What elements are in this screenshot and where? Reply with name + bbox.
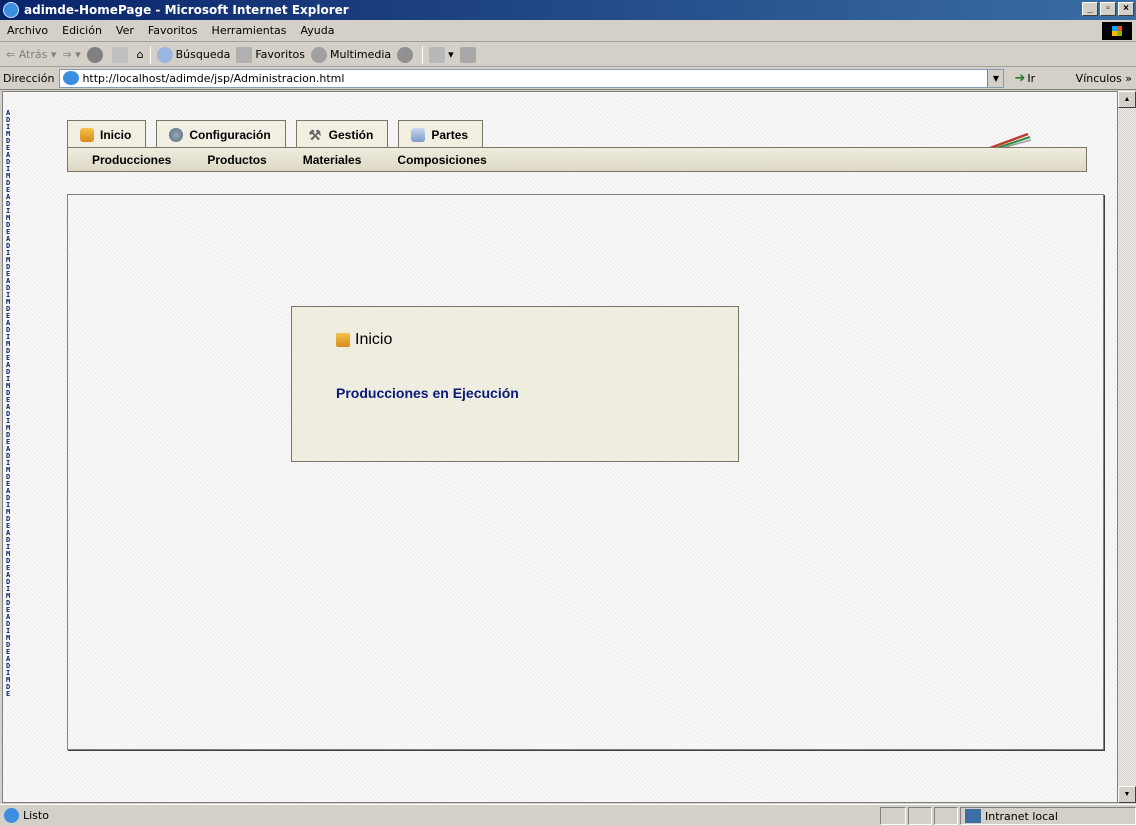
status-panes: Intranet local xyxy=(878,807,1136,825)
print-icon xyxy=(459,46,476,63)
close-button[interactable]: × xyxy=(1118,2,1134,16)
status-text: Listo xyxy=(23,809,49,822)
back-label: Atrás xyxy=(18,48,48,61)
address-bar: Dirección http://localhost/adimde/jsp/Ad… xyxy=(0,67,1136,90)
home-icon xyxy=(80,127,94,142)
menu-bar: Archivo Edición Ver Favoritos Herramient… xyxy=(0,20,1136,42)
status-pane xyxy=(880,807,906,825)
stop-icon xyxy=(86,46,103,63)
mail-button[interactable]: ▾ xyxy=(429,46,454,63)
go-arrow-icon: ➜ xyxy=(1014,70,1026,86)
subnav-bar: Producciones Productos Materiales Compos… xyxy=(67,147,1087,172)
subnav-materiales[interactable]: Materiales xyxy=(303,153,362,167)
document-icon xyxy=(411,127,426,142)
address-input[interactable]: http://localhost/adimde/jsp/Administraci… xyxy=(59,68,1005,88)
tab-label: Partes xyxy=(431,127,469,142)
search-button[interactable]: Búsqueda xyxy=(156,46,231,63)
ie-icon xyxy=(3,2,19,18)
zone-label: Intranet local xyxy=(985,809,1058,823)
vertical-scrollbar[interactable]: ▲ ▼ xyxy=(1118,91,1136,803)
stop-button[interactable] xyxy=(86,46,106,63)
address-dropdown[interactable]: ▼ xyxy=(987,69,1004,87)
window-titlebar: adimde-HomePage - Microsoft Internet Exp… xyxy=(0,0,1136,20)
gear-icon xyxy=(169,127,184,142)
address-label: Dirección xyxy=(3,71,55,85)
window-title: adimde-HomePage - Microsoft Internet Exp… xyxy=(24,3,349,17)
tab-configuracion[interactable]: Configuración xyxy=(156,120,286,148)
status-bar: Listo Intranet local xyxy=(0,804,1136,826)
go-label: Ir xyxy=(1027,71,1036,85)
go-button[interactable]: ➜ Ir xyxy=(1014,71,1035,86)
home-button[interactable]: ⌂ xyxy=(137,48,144,61)
scroll-down-button[interactable]: ▼ xyxy=(1118,786,1136,803)
status-pane xyxy=(908,807,932,825)
sidebar-watermark: ADIMDE ADIMDE ADIMDE ADIMDE ADIMDE ADIMD… xyxy=(6,110,11,698)
menu-edicion[interactable]: Edición xyxy=(55,24,109,37)
forward-button[interactable]: ⇒ ▾ xyxy=(62,48,80,61)
tab-label: Configuración xyxy=(189,127,271,142)
menu-ver[interactable]: Ver xyxy=(109,24,141,37)
page-done-icon xyxy=(4,808,19,823)
back-button[interactable]: ⇐ Atrás ▾ xyxy=(6,48,56,61)
menu-herramientas[interactable]: Herramientas xyxy=(205,24,294,37)
favorites-label: Favoritos xyxy=(255,48,305,61)
search-label: Búsqueda xyxy=(175,48,231,61)
home-icon xyxy=(336,333,350,347)
back-arrow-icon: ⇐ xyxy=(6,48,19,61)
tab-label: Gestión xyxy=(328,127,374,142)
home-panel: Inicio Producciones en Ejecución xyxy=(291,306,739,462)
home-icon: ⌂ xyxy=(136,48,144,61)
page-viewport: ADIMDE ADIMDE ADIMDE ADIMDE ADIMDE ADIMD… xyxy=(2,91,1118,803)
links-label: Vínculos xyxy=(1075,71,1122,85)
menu-favoritos[interactable]: Favoritos xyxy=(141,24,205,37)
panel-title: Inicio xyxy=(336,331,392,349)
windows-logo-icon xyxy=(1102,22,1132,40)
history-button[interactable] xyxy=(397,46,416,63)
menu-archivo[interactable]: Archivo xyxy=(0,24,55,37)
print-button[interactable] xyxy=(459,46,479,63)
mail-icon xyxy=(429,46,446,63)
minimize-button[interactable]: _ xyxy=(1082,2,1098,16)
links-button[interactable]: Vínculos » xyxy=(1076,72,1132,85)
tab-inicio[interactable]: Inicio xyxy=(67,120,147,148)
panel-title-text: Inicio xyxy=(355,331,393,348)
media-label: Multimedia xyxy=(329,48,392,61)
forward-arrow-icon: ⇒ ▾ xyxy=(62,48,81,61)
tab-label: Inicio xyxy=(100,127,132,142)
media-icon xyxy=(310,46,327,63)
search-icon xyxy=(156,46,173,63)
scroll-up-button[interactable]: ▲ xyxy=(1118,91,1136,108)
page-icon xyxy=(63,71,80,85)
subnav-producciones[interactable]: Producciones xyxy=(92,153,171,167)
media-button[interactable]: Multimedia xyxy=(310,46,392,63)
favorites-icon xyxy=(236,46,253,63)
tab-partes[interactable]: Partes xyxy=(398,120,484,148)
status-pane xyxy=(934,807,958,825)
toolbar: ⇐ Atrás ▾ ⇒ ▾ ⌂ Búsqueda Favoritos Multi… xyxy=(0,43,1136,67)
subnav-productos[interactable]: Productos xyxy=(207,153,266,167)
favorites-button[interactable]: Favoritos xyxy=(236,46,305,63)
toolbar-separator xyxy=(149,45,151,64)
address-url: http://localhost/adimde/jsp/Administraci… xyxy=(82,71,345,85)
content-frame xyxy=(67,194,1104,750)
tab-gestion[interactable]: ⚒ Gestión xyxy=(295,120,389,148)
toolbar-separator xyxy=(422,45,424,64)
maximize-button[interactable]: ▫ xyxy=(1100,2,1116,16)
window-controls: _ ▫ × xyxy=(1082,2,1134,16)
refresh-button[interactable] xyxy=(111,46,131,63)
history-icon xyxy=(397,46,414,63)
main-tabs: Inicio Configuración ⚒ Gestión Partes xyxy=(67,120,493,148)
subnav-composiciones[interactable]: Composiciones xyxy=(397,153,486,167)
security-zone: Intranet local xyxy=(960,807,1136,825)
refresh-icon xyxy=(111,46,128,63)
menu-ayuda[interactable]: Ayuda xyxy=(293,24,341,37)
intranet-icon xyxy=(965,809,981,823)
productions-running-link[interactable]: Producciones en Ejecución xyxy=(336,385,519,401)
wrench-icon: ⚒ xyxy=(308,126,322,143)
